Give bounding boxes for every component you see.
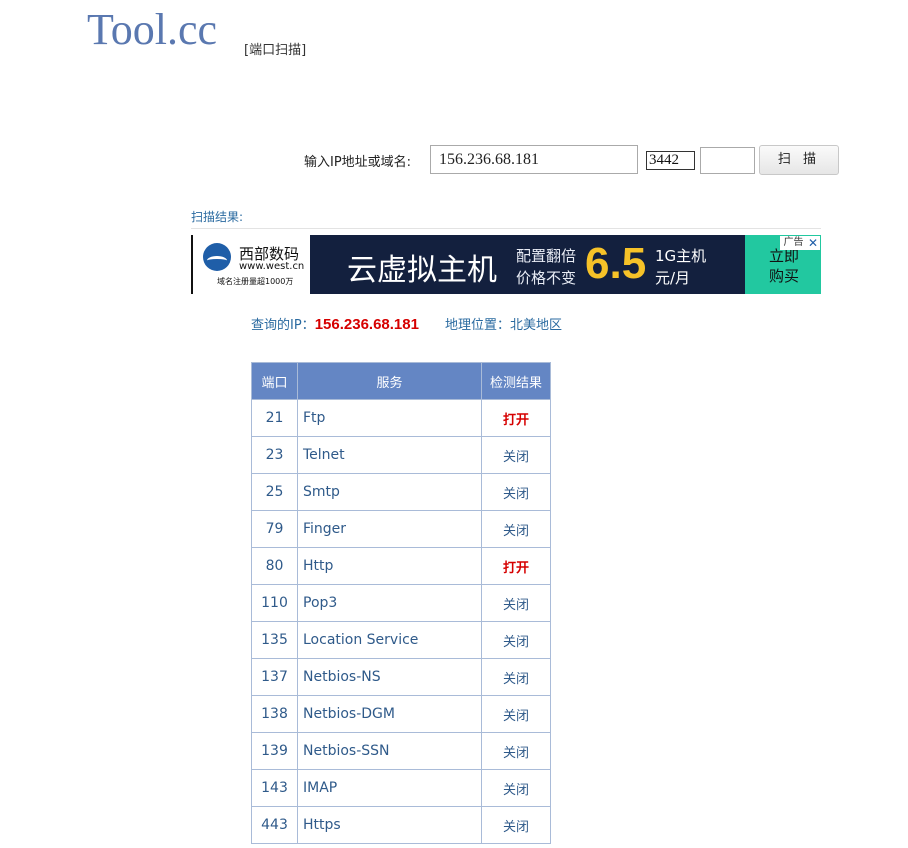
scan-button[interactable]: 扫 描: [759, 145, 839, 175]
port-results-table: 端口 服务 检测结果 21 Ftp 打开 23 Telnet 关闭 25 Smt…: [251, 362, 551, 844]
result-cell: 打开: [481, 399, 551, 437]
ip-input-label: 输入IP地址或域名:: [304, 155, 412, 170]
ad-tag: 广告: [780, 236, 807, 250]
ad-url: www.west.cn: [239, 261, 305, 272]
table-row: 25 Smtp 关闭: [251, 473, 551, 511]
service-cell: Pop3: [297, 584, 482, 622]
port-field[interactable]: 3442: [646, 151, 695, 170]
table-row: 23 Telnet 关闭: [251, 436, 551, 474]
port-cell: 443: [251, 806, 298, 844]
table-row: 139 Netbios-SSN 关闭: [251, 732, 551, 770]
result-cell: 关闭: [481, 584, 551, 622]
geo-value: 北美地区: [509, 318, 562, 333]
west-logo-icon: [203, 243, 231, 271]
result-cell: 关闭: [481, 658, 551, 696]
geo-label: 地理位置：: [444, 318, 510, 333]
ip-label: 查询的IP：: [251, 318, 315, 333]
result-cell: 关闭: [481, 695, 551, 733]
ip-value: 156.236.68.181: [314, 316, 419, 333]
result-cell: 关闭: [481, 436, 551, 474]
table-row: 143 IMAP 关闭: [251, 769, 551, 807]
service-cell: Netbios-DGM: [297, 695, 482, 733]
table-row: 137 Netbios-NS 关闭: [251, 658, 551, 696]
table-row: 138 Netbios-DGM 关闭: [251, 695, 551, 733]
ip-input[interactable]: [430, 145, 638, 174]
results-divider: [191, 228, 821, 229]
header-service: 服务: [297, 362, 482, 400]
ad-unit-1: 1G主机: [655, 247, 707, 265]
close-icon[interactable]: ✕: [806, 236, 820, 250]
service-cell: Https: [297, 806, 482, 844]
port-cell: 138: [251, 695, 298, 733]
ad-price: 6.5: [585, 239, 647, 288]
service-cell: Netbios-NS: [297, 658, 482, 696]
port-cell: 137: [251, 658, 298, 696]
result-cell: 关闭: [481, 732, 551, 770]
ad-note: 域名注册量超1000万: [217, 277, 294, 286]
table-row: 79 Finger 关闭: [251, 510, 551, 548]
port-end-input[interactable]: [700, 147, 755, 174]
ad-cta-line-2: 购买: [769, 267, 800, 285]
service-cell: IMAP: [297, 769, 482, 807]
result-cell: 关闭: [481, 473, 551, 511]
table-header-row: 端口 服务 检测结果: [251, 362, 551, 400]
port-cell: 135: [251, 621, 298, 659]
ad-brand-panel: 西部数码 www.west.cn 域名注册量超1000万: [191, 235, 310, 294]
port-cell: 25: [251, 473, 298, 511]
header-result: 检测结果: [481, 362, 551, 400]
table-row: 21 Ftp 打开: [251, 399, 551, 437]
result-cell: 关闭: [481, 510, 551, 548]
service-cell: Ftp: [297, 399, 482, 437]
query-info: 查询的IP：156.236.68.181 地理位置：北美地区: [251, 314, 562, 333]
results-title: 扫描结果:: [191, 210, 244, 224]
service-cell: Finger: [297, 510, 482, 548]
table-row: 135 Location Service 关闭: [251, 621, 551, 659]
port-cell: 110: [251, 584, 298, 622]
ad-line-2: 价格不变: [516, 269, 577, 287]
port-cell: 21: [251, 399, 298, 437]
service-cell: Telnet: [297, 436, 482, 474]
service-cell: Netbios-SSN: [297, 732, 482, 770]
ad-unit-2: 元/月: [655, 269, 691, 287]
site-logo[interactable]: Tool.cc: [87, 4, 217, 55]
port-cell: 80: [251, 547, 298, 585]
scan-form: 输入IP地址或域名: 3442 扫 描: [0, 145, 908, 175]
result-cell: 关闭: [481, 769, 551, 807]
ad-banner[interactable]: 西部数码 www.west.cn 域名注册量超1000万 云虚拟主机 配置翻倍 …: [191, 235, 821, 294]
port-cell: 143: [251, 769, 298, 807]
service-cell: Location Service: [297, 621, 482, 659]
service-cell: Smtp: [297, 473, 482, 511]
header-port: 端口: [251, 362, 298, 400]
result-cell: 打开: [481, 547, 551, 585]
ad-line-1: 配置翻倍: [516, 247, 577, 265]
result-cell: 关闭: [481, 621, 551, 659]
result-cell: 关闭: [481, 806, 551, 844]
port-cell: 23: [251, 436, 298, 474]
ad-headline: 云虚拟主机: [347, 253, 497, 288]
port-cell: 139: [251, 732, 298, 770]
service-cell: Http: [297, 547, 482, 585]
table-row: 110 Pop3 关闭: [251, 584, 551, 622]
page-subtitle: [端口扫描]: [244, 43, 307, 58]
table-row: 443 Https 关闭: [251, 806, 551, 844]
port-cell: 79: [251, 510, 298, 548]
table-row: 80 Http 打开: [251, 547, 551, 585]
